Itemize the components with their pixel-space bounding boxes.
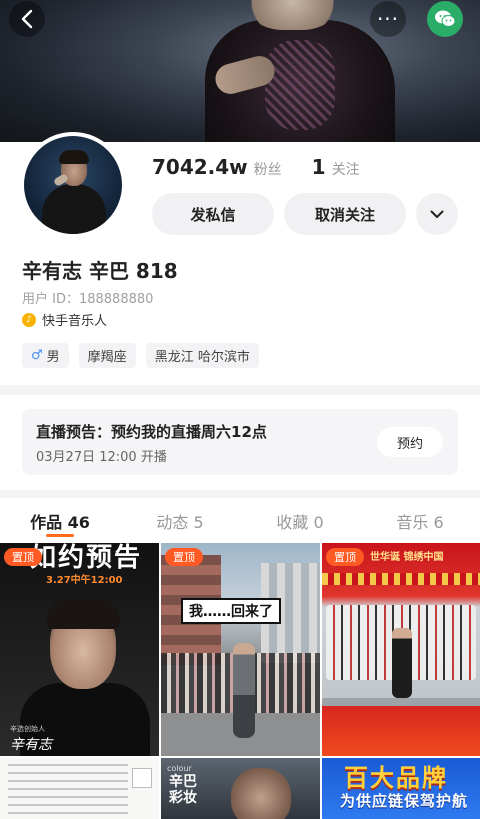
fans-count[interactable]: 7042.4w bbox=[152, 155, 248, 179]
tab-music[interactable]: 音乐 6 bbox=[360, 498, 480, 543]
thumbnail-title: 百大品牌 bbox=[344, 764, 448, 792]
tag-zodiac: 摩羯座 bbox=[78, 343, 136, 368]
music-note-icon: ♪ bbox=[22, 312, 36, 327]
wechat-icon bbox=[435, 10, 456, 27]
reserve-button[interactable]: 预约 bbox=[377, 427, 443, 457]
profile-stats: 7042.4w 粉丝 1 关注 bbox=[152, 155, 360, 179]
video-thumbnail[interactable]: 置顶 如约预告 3.27中午12:00 辛选创始人 辛有志 bbox=[0, 543, 159, 756]
thumbnail-headline: 如约预告 bbox=[30, 543, 143, 573]
thumbnail-caption: 我……回来了 bbox=[181, 598, 281, 624]
video-thumbnail[interactable] bbox=[0, 758, 159, 819]
thumbnail-banner-text: 世华诞 锦绣中国 bbox=[370, 552, 444, 563]
following-label[interactable]: 关注 bbox=[332, 159, 360, 179]
thumbnail-signature: 辛有志 bbox=[10, 737, 52, 753]
pinned-badge: 置顶 bbox=[4, 548, 42, 566]
live-notice-time: 03月27日 12:00 开播 bbox=[36, 450, 167, 465]
section-divider bbox=[0, 385, 480, 395]
thumbnail-title: 辛巴 彩妆 bbox=[169, 774, 197, 806]
more-dots-icon: ··· bbox=[376, 7, 400, 31]
thumbnail-subtitle: 为供应链保驾护航 bbox=[340, 792, 469, 810]
pinned-badge: 置顶 bbox=[326, 548, 364, 566]
more-button[interactable]: ··· bbox=[370, 1, 406, 37]
expand-button[interactable] bbox=[416, 193, 458, 235]
content-tabs: 作品 46 动态 5 收藏 0 音乐 6 bbox=[0, 498, 480, 543]
thumbnail-subtitle: 辛选创始人 bbox=[10, 725, 45, 733]
video-thumbnail[interactable]: colour 辛巴 彩妆 bbox=[161, 758, 320, 819]
tag-gender: ♂ 男 bbox=[22, 343, 69, 368]
following-count[interactable]: 1 bbox=[312, 155, 326, 179]
fans-label[interactable]: 粉丝 bbox=[254, 159, 282, 179]
tag-location: 黑龙江 哈尔滨市 bbox=[145, 343, 259, 368]
verification-label: 快手音乐人 bbox=[42, 314, 108, 329]
avatar[interactable] bbox=[20, 132, 126, 238]
chevron-down-icon bbox=[430, 210, 444, 218]
male-icon: ♂ bbox=[31, 348, 43, 363]
send-message-button[interactable]: 发私信 bbox=[152, 193, 274, 235]
back-button[interactable] bbox=[9, 1, 45, 37]
thumbnail-date: 3.27中午12:00 bbox=[46, 575, 123, 586]
tab-moments[interactable]: 动态 5 bbox=[120, 498, 240, 543]
profile-banner bbox=[0, 0, 480, 142]
wechat-share-button[interactable] bbox=[427, 1, 463, 37]
tab-favorites[interactable]: 收藏 0 bbox=[240, 498, 360, 543]
live-notice-title: 直播预告：预约我的直播周六12点 bbox=[36, 423, 267, 441]
profile-name: 辛有志 辛巴 818 bbox=[22, 259, 178, 283]
section-divider bbox=[0, 490, 480, 498]
pinned-badge: 置顶 bbox=[165, 548, 203, 566]
chevron-left-icon bbox=[21, 9, 33, 29]
video-thumbnail[interactable]: 置顶 世华诞 锦绣中国 bbox=[322, 543, 480, 756]
live-notice-card[interactable]: 直播预告：预约我的直播周六12点 03月27日 12:00 开播 预约 bbox=[22, 409, 458, 475]
qr-code-icon bbox=[132, 768, 152, 788]
unfollow-button[interactable]: 取消关注 bbox=[284, 193, 406, 235]
video-thumbnail[interactable]: 置顶 我……回来了 bbox=[161, 543, 320, 756]
verification-badge: ♪ 快手音乐人 bbox=[22, 310, 107, 329]
video-thumbnail[interactable]: 百大品牌 为供应链保驾护航 bbox=[322, 758, 480, 819]
works-grid: 置顶 如约预告 3.27中午12:00 辛选创始人 辛有志 置顶 我……回来了 … bbox=[0, 543, 480, 819]
avatar-image bbox=[24, 136, 122, 234]
profile-tags: ♂ 男 摩羯座 黑龙江 哈尔滨市 bbox=[22, 343, 269, 368]
user-id: 用户 ID：188888880 bbox=[22, 292, 154, 307]
tab-works[interactable]: 作品 46 bbox=[0, 498, 120, 543]
